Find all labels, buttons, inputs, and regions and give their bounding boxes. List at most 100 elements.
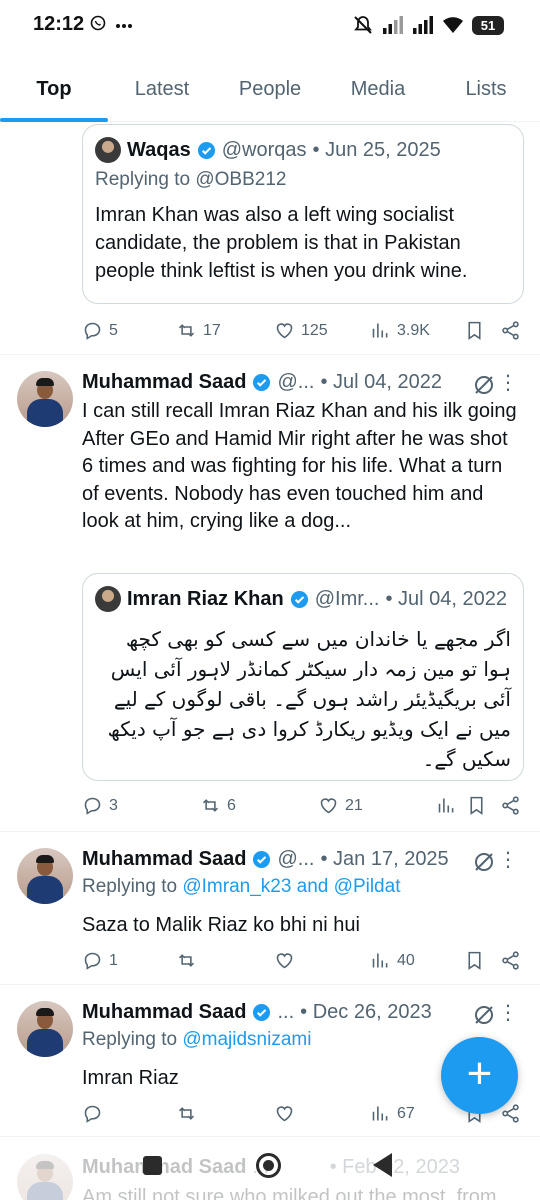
author-name[interactable]: Waqas xyxy=(127,139,191,162)
avatar[interactable] xyxy=(95,586,121,612)
author-name[interactable]: Imran Riaz Khan xyxy=(127,588,284,611)
tweet-actions: 1 40 xyxy=(82,950,526,980)
verified-badge-icon xyxy=(253,850,271,869)
views-button[interactable] xyxy=(436,795,457,816)
replying-to: Replying to @Imran_k23 and @Pildat xyxy=(82,876,400,898)
replying-prefix: Replying to xyxy=(82,1029,183,1050)
avatar[interactable] xyxy=(17,1001,73,1057)
like-button[interactable] xyxy=(274,1103,295,1124)
tweet-text: I can still recall Imran Riaz Khan and h… xyxy=(82,400,517,532)
tweet-actions: 5 17 125 3.9K xyxy=(82,320,526,350)
quoted-tweet-card[interactable]: Imran Riaz Khan @Imr... • Jul 04, 2022 ا… xyxy=(82,573,524,781)
like-button[interactable]: 125 xyxy=(274,320,328,341)
bookmark-button[interactable] xyxy=(464,950,485,971)
more-options-icon[interactable]: ⋮ xyxy=(498,373,518,393)
wifi-icon xyxy=(443,17,463,33)
signal-icon xyxy=(413,16,433,34)
more-options-icon[interactable]: ⋮ xyxy=(498,850,518,870)
repost-icon xyxy=(178,1107,195,1120)
views-button[interactable]: 3.9K xyxy=(370,320,430,341)
author-name[interactable]: Muhammad Saad xyxy=(82,1001,246,1024)
verified-badge-icon xyxy=(253,373,271,392)
status-time: 12:12 xyxy=(33,13,85,35)
tweet-date: • Dec 26, 2023 xyxy=(300,1001,432,1023)
view-count: 67 xyxy=(397,1104,415,1122)
replying-to: Replying to @OBB212 xyxy=(95,169,287,190)
more-dots-icon xyxy=(115,24,132,28)
bookmark-button[interactable] xyxy=(466,795,487,816)
heart-icon xyxy=(320,798,337,814)
tweet-header: Muhammad Saad ... • Dec 26, 2023 xyxy=(82,1001,526,1024)
like-button[interactable]: 21 xyxy=(318,795,363,816)
tweet-date: • Jul 04, 2022 xyxy=(385,587,507,610)
tweet-header: Muhammad Saad @... • Jan 17, 2025 xyxy=(82,848,526,871)
tab-lists[interactable]: Lists xyxy=(432,64,540,121)
tweet[interactable]: Muhammad Saad @... • Jan 17, 2025 ⋮ Repl… xyxy=(0,832,540,984)
tab-media[interactable]: Media xyxy=(324,64,432,121)
recents-button[interactable] xyxy=(143,1156,162,1175)
grok-icon[interactable] xyxy=(472,850,496,874)
compose-button[interactable]: + xyxy=(441,1037,518,1114)
share-button[interactable] xyxy=(500,950,521,971)
avatar[interactable] xyxy=(17,371,73,427)
avatar[interactable] xyxy=(95,137,121,163)
reply-button[interactable] xyxy=(82,1103,103,1124)
plus-icon: + xyxy=(466,1048,493,1098)
author-handle: @... xyxy=(277,371,315,393)
search-tabs: Top Latest People Media Lists xyxy=(0,64,540,122)
repost-button[interactable] xyxy=(176,950,197,971)
like-button[interactable] xyxy=(274,950,295,971)
reply-button[interactable]: 3 xyxy=(82,795,118,816)
author-name[interactable]: Muhammad Saad xyxy=(82,371,246,394)
repost-count: 17 xyxy=(203,321,221,339)
views-icon xyxy=(372,953,388,968)
tab-people[interactable]: People xyxy=(216,64,324,121)
quoted-tweet-header: Waqas @worqas • Jun 25, 2025 xyxy=(95,137,511,163)
repost-button[interactable] xyxy=(176,1103,197,1124)
whatsapp-icon xyxy=(90,15,106,31)
replying-links[interactable]: @Imran_k23 and @Pildat xyxy=(182,876,400,897)
back-button[interactable] xyxy=(373,1153,392,1177)
share-icon xyxy=(502,321,519,340)
more-options-icon[interactable]: ⋮ xyxy=(498,1003,518,1023)
heart-icon xyxy=(276,953,293,969)
view-count: 40 xyxy=(397,951,415,969)
repost-icon xyxy=(178,954,195,967)
reply-icon xyxy=(84,952,101,970)
tweet[interactable]: Muhammad Saad @... • Jul 04, 2022 ⋮ I ca… xyxy=(0,355,540,831)
views-button[interactable]: 40 xyxy=(370,950,415,971)
grok-icon[interactable] xyxy=(472,373,496,397)
grok-icon[interactable] xyxy=(472,1003,496,1027)
tab-latest[interactable]: Latest xyxy=(108,64,216,121)
home-button[interactable] xyxy=(256,1153,281,1178)
share-button[interactable] xyxy=(500,1103,521,1124)
share-icon xyxy=(502,951,519,970)
repost-button[interactable]: 17 xyxy=(176,320,221,341)
verified-badge-icon xyxy=(197,141,215,159)
quoted-tweet-text: Imran Khan was also a left wing socialis… xyxy=(95,204,468,282)
replying-links[interactable]: @majidsnizami xyxy=(182,1029,311,1050)
repost-button[interactable]: 6 xyxy=(200,795,236,816)
tab-top[interactable]: Top xyxy=(0,64,108,122)
quoted-tweet-header: Imran Riaz Khan @Imr... • Jul 04, 2022 xyxy=(95,586,511,612)
reply-icon xyxy=(84,1105,101,1123)
author-handle: @worqas xyxy=(221,138,307,161)
verified-badge-icon xyxy=(253,1003,271,1022)
bookmark-button[interactable] xyxy=(464,320,485,341)
share-button[interactable] xyxy=(500,795,521,816)
reply-button[interactable]: 5 xyxy=(82,320,118,341)
quoted-tweet-card[interactable]: Waqas @worqas • Jun 25, 2025 Replying to… xyxy=(82,124,524,304)
reply-icon xyxy=(84,797,101,815)
reply-button[interactable]: 1 xyxy=(82,950,118,971)
replying-to: Replying to @majidsnizami xyxy=(82,1029,311,1051)
view-count: 3.9K xyxy=(397,321,430,339)
views-button[interactable]: 67 xyxy=(370,1103,415,1124)
system-nav-bar xyxy=(0,1146,540,1186)
author-name[interactable]: Muhammad Saad xyxy=(82,848,246,871)
repost-icon xyxy=(178,324,195,337)
status-bar: 12:12 51 xyxy=(0,0,540,52)
share-icon xyxy=(502,1104,519,1123)
avatar[interactable] xyxy=(17,848,73,904)
signal-icon xyxy=(383,16,403,34)
share-button[interactable] xyxy=(500,320,521,341)
